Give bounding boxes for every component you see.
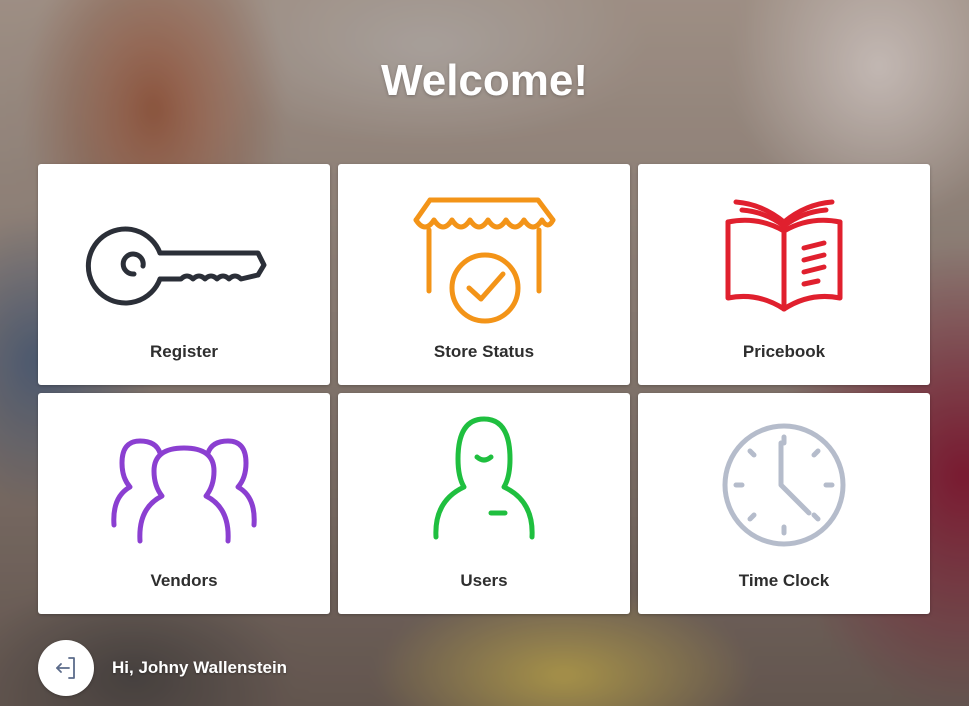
register-label: Register xyxy=(149,342,219,361)
store-status-tile[interactable]: Store Status xyxy=(338,164,630,385)
register-tile[interactable]: Register xyxy=(38,164,330,385)
users-label: Users xyxy=(460,571,508,590)
menu-grid: Register Store Status Pricebook Vendors … xyxy=(38,164,930,614)
store-status-label: Store Status xyxy=(433,342,535,361)
pricebook-tile[interactable]: Pricebook xyxy=(638,164,930,385)
user-greeting: Hi, Johny Wallenstein xyxy=(112,658,288,677)
time-clock-label: Time Clock xyxy=(738,571,830,590)
vendors-label: Vendors xyxy=(150,571,218,590)
footer: Hi, Johny Wallenstein xyxy=(38,640,287,696)
page-title: Welcome! xyxy=(380,56,589,105)
pricebook-label: Pricebook xyxy=(742,342,826,361)
logout-icon xyxy=(56,657,75,679)
vendors-tile[interactable]: Vendors xyxy=(38,393,330,614)
logout-button[interactable] xyxy=(38,640,94,696)
users-tile[interactable]: Users xyxy=(338,393,630,614)
time-clock-tile[interactable]: Time Clock xyxy=(638,393,930,614)
